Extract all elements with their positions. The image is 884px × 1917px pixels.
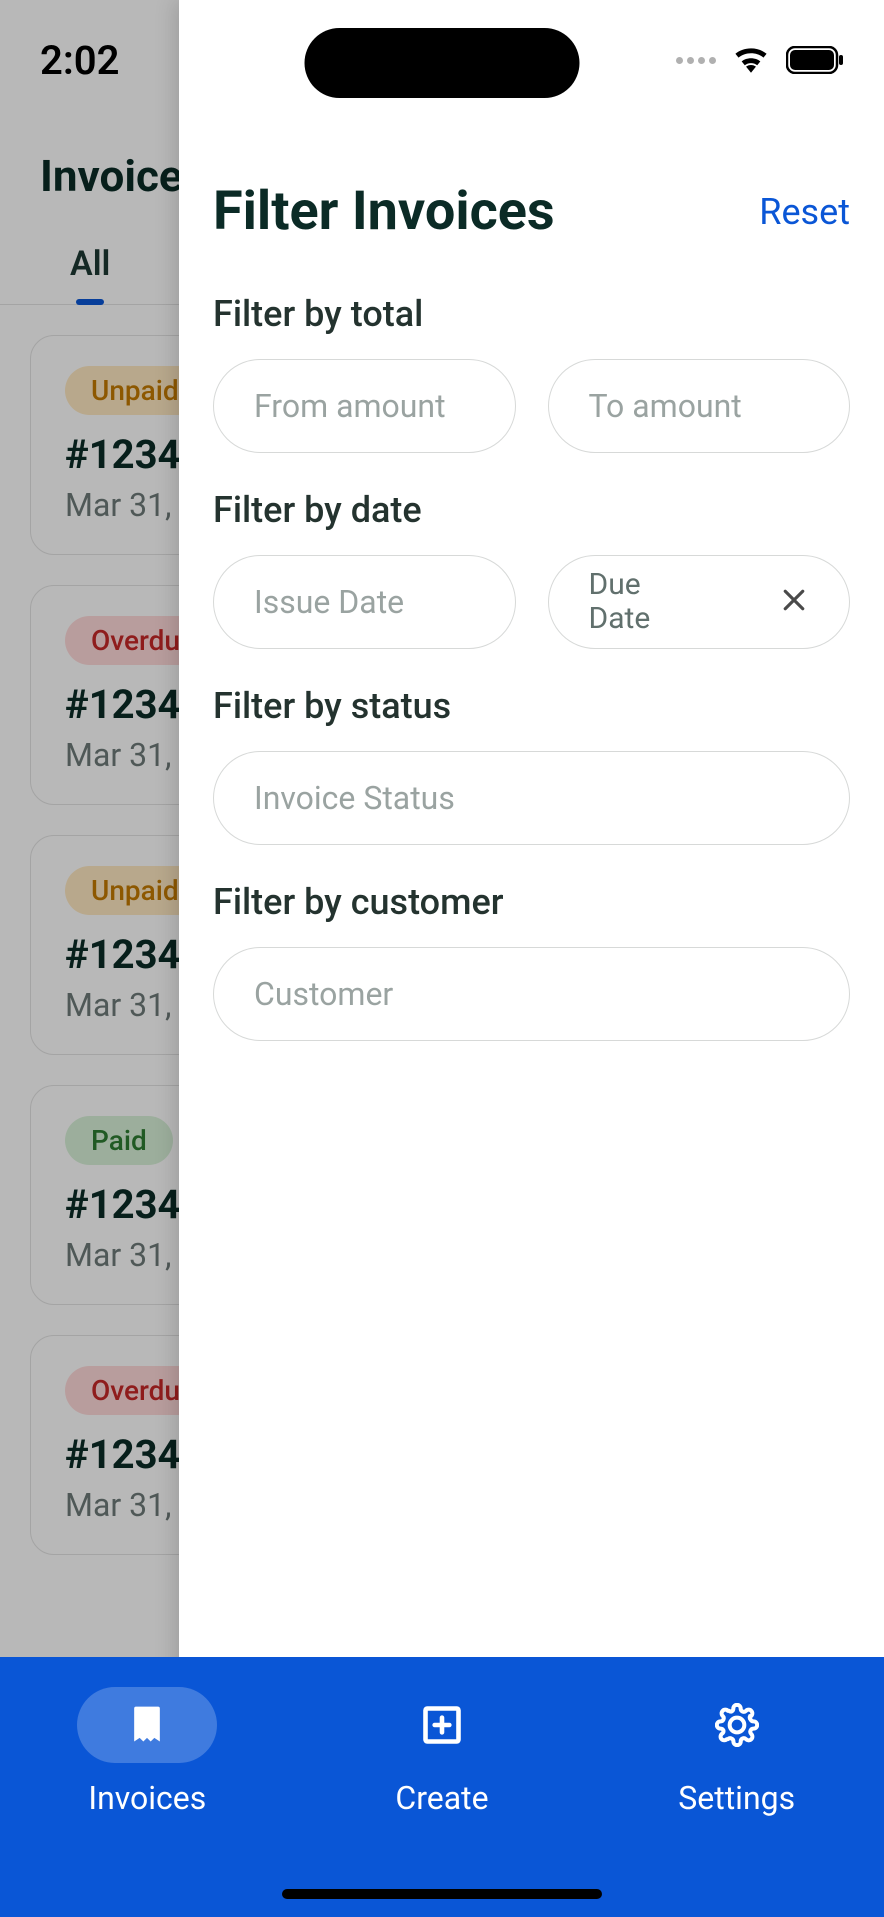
nav-settings[interactable]: Settings bbox=[589, 1687, 884, 1817]
issue-date-placeholder: Issue Date bbox=[254, 583, 404, 621]
due-date-label: Due Date bbox=[589, 568, 651, 637]
invoices-icon bbox=[77, 1687, 217, 1763]
invoice-status-placeholder: Invoice Status bbox=[254, 779, 455, 817]
drawer-body: Filter by total From amount To amount Fi… bbox=[213, 293, 850, 1743]
customer-input[interactable]: Customer bbox=[213, 947, 850, 1041]
nav-create[interactable]: Create bbox=[295, 1687, 590, 1817]
nav-settings-label: Settings bbox=[678, 1779, 795, 1817]
drawer-title: Filter Invoices bbox=[213, 180, 555, 243]
cellular-dots-icon bbox=[676, 57, 716, 64]
invoice-status-input[interactable]: Invoice Status bbox=[213, 751, 850, 845]
filter-status-label: Filter by status bbox=[213, 685, 850, 727]
from-amount-input[interactable]: From amount bbox=[213, 359, 516, 453]
clear-due-date-icon[interactable] bbox=[779, 585, 809, 619]
drawer-header: Filter Invoices Reset bbox=[213, 180, 850, 243]
nav-create-label: Create bbox=[395, 1779, 488, 1817]
issue-date-input[interactable]: Issue Date bbox=[213, 555, 516, 649]
home-indicator[interactable] bbox=[282, 1889, 602, 1899]
to-amount-input[interactable]: To amount bbox=[548, 359, 851, 453]
filter-date-section: Filter by date Issue Date Due Date bbox=[213, 489, 850, 649]
nav-invoices-label: Invoices bbox=[88, 1779, 206, 1817]
nav-invoices[interactable]: Invoices bbox=[0, 1687, 295, 1817]
reset-button[interactable]: Reset bbox=[759, 191, 850, 233]
filter-customer-label: Filter by customer bbox=[213, 881, 850, 923]
filter-drawer: Filter Invoices Reset Filter by total Fr… bbox=[179, 0, 884, 1917]
filter-customer-section: Filter by customer Customer bbox=[213, 881, 850, 1041]
due-date-input[interactable]: Due Date bbox=[548, 555, 851, 649]
gear-icon bbox=[667, 1687, 807, 1763]
from-amount-placeholder: From amount bbox=[254, 387, 446, 425]
bottom-nav: Invoices Create Settings bbox=[0, 1657, 884, 1917]
battery-icon bbox=[786, 46, 844, 74]
to-amount-placeholder: To amount bbox=[589, 387, 742, 425]
status-bar: 2:02 bbox=[0, 0, 884, 120]
filter-status-section: Filter by status Invoice Status bbox=[213, 685, 850, 845]
status-time: 2:02 bbox=[40, 37, 119, 84]
customer-placeholder: Customer bbox=[254, 975, 393, 1013]
notch bbox=[305, 28, 580, 98]
filter-date-label: Filter by date bbox=[213, 489, 850, 531]
plus-square-icon bbox=[372, 1687, 512, 1763]
filter-total-section: Filter by total From amount To amount bbox=[213, 293, 850, 453]
filter-total-label: Filter by total bbox=[213, 293, 850, 335]
wifi-icon bbox=[734, 47, 768, 73]
status-right bbox=[676, 46, 844, 74]
